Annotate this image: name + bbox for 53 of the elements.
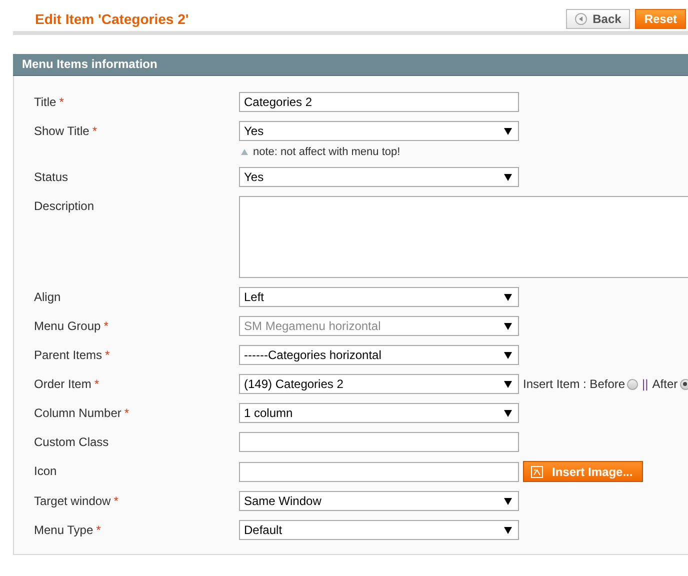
field-note: note: not affect with menu top!: [253, 146, 400, 158]
radio-button[interactable]: [680, 378, 688, 390]
field-label: Custom Class: [34, 435, 109, 449]
select-field[interactable]: Same Window: [239, 491, 519, 511]
required-mark: *: [104, 319, 108, 333]
dropdown-arrow-icon: [504, 174, 512, 180]
dropdown-arrow-icon: [504, 352, 512, 358]
select-field[interactable]: 1 column: [239, 403, 519, 423]
required-mark: *: [96, 523, 101, 537]
image-icon: [531, 466, 543, 478]
page-title: Edit Item 'Categories 2': [35, 11, 189, 27]
section-header: Menu Items information: [13, 54, 688, 76]
field-label: Target window: [34, 494, 111, 508]
select-field[interactable]: ------Categories horizontal: [239, 345, 519, 365]
field-label: Title: [34, 95, 56, 109]
radio-label: Insert Item : Before: [523, 377, 626, 391]
back-button[interactable]: Back: [566, 9, 630, 29]
text-field[interactable]: [239, 432, 519, 452]
dropdown-arrow-icon: [504, 294, 512, 300]
required-mark: *: [92, 124, 98, 138]
select-field[interactable]: Yes: [239, 167, 519, 187]
field-label: Status: [34, 170, 68, 184]
dropdown-arrow-icon: [504, 526, 512, 534]
text-field[interactable]: [239, 462, 519, 482]
field-label: Description: [34, 199, 94, 213]
select-field[interactable]: (149) Categories 2: [239, 374, 519, 394]
dropdown-arrow-icon: [504, 380, 512, 388]
dropdown-arrow-icon: [504, 322, 512, 330]
dropdown-arrow-icon: [504, 410, 512, 416]
triangle-icon: [241, 149, 248, 155]
required-mark: *: [105, 348, 110, 362]
dropdown-arrow-icon: [504, 498, 512, 504]
field-label: Show Title: [34, 124, 90, 138]
field-label: Align: [34, 290, 61, 304]
text-field[interactable]: Categories 2: [239, 92, 519, 112]
select-field[interactable]: Yes: [239, 121, 519, 141]
required-mark: *: [114, 494, 118, 508]
select-field[interactable]: Left: [239, 287, 519, 307]
select-field[interactable]: Default: [239, 520, 519, 540]
radio-button[interactable]: [627, 378, 638, 390]
field-label: Parent Items: [34, 348, 102, 362]
required-mark: *: [124, 406, 130, 420]
field-label: Order Item: [34, 377, 92, 391]
field-label: Column Number: [34, 406, 122, 420]
radio-label: After: [652, 377, 678, 391]
dropdown-arrow-icon: [504, 128, 512, 134]
field-label: Menu Type: [34, 523, 94, 537]
required-mark: *: [94, 377, 100, 391]
description-textarea[interactable]: [239, 196, 688, 278]
separator-text: ||: [642, 377, 648, 391]
required-mark: *: [59, 95, 64, 109]
field-label: Icon: [34, 464, 57, 478]
field-label: Menu Group: [34, 319, 101, 333]
